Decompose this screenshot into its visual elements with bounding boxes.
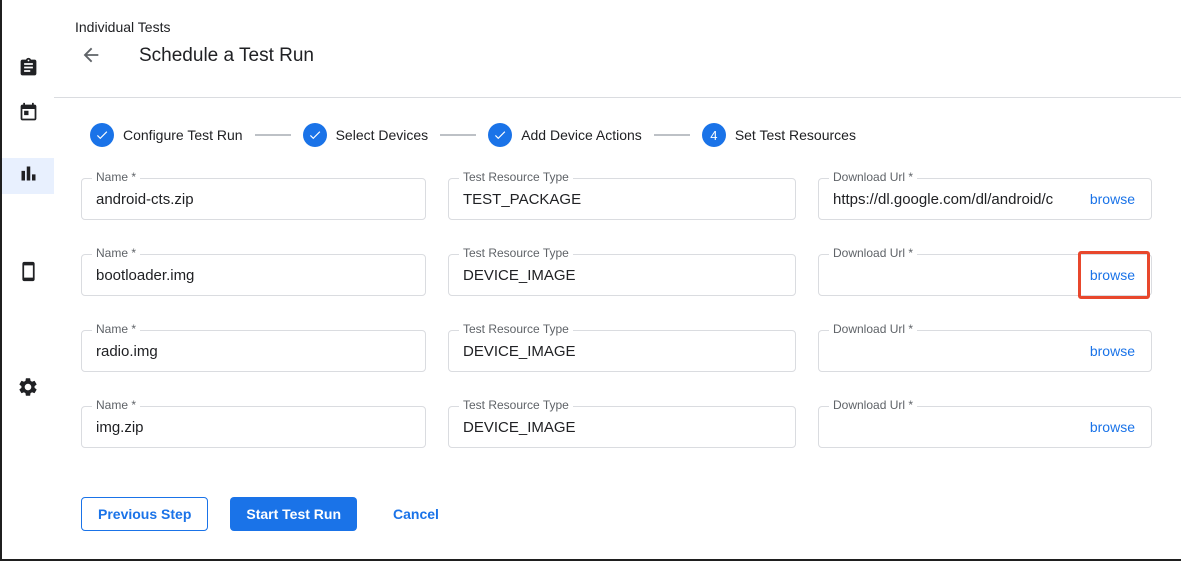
browse-button[interactable]: browse (1086, 191, 1139, 207)
step-add-device-actions[interactable]: Add Device Actions (488, 123, 642, 147)
step-set-test-resources[interactable]: 4 Set Test Resources (702, 123, 856, 147)
sidebar-item-test-plans[interactable] (2, 97, 54, 133)
step-connector (654, 134, 690, 136)
download-url-label: Download Url * (829, 398, 917, 412)
step-complete-check-icon (303, 123, 327, 147)
step-label: Set Test Resources (735, 127, 856, 143)
sidebar-item-tests[interactable] (2, 52, 54, 88)
back-button[interactable] (78, 44, 104, 70)
sidebar-item-devices[interactable] (2, 256, 54, 292)
step-connector (255, 134, 291, 136)
download-url-field[interactable]: Download Url * https://dl.google.com/dl/… (818, 178, 1152, 220)
resource-type-field[interactable]: Test Resource Type DEVICE_IMAGE (448, 406, 796, 448)
name-field-value: img.zip (96, 419, 413, 436)
step-number-badge: 4 (702, 123, 726, 147)
download-url-field[interactable]: Download Url * browse (818, 254, 1152, 296)
resource-type-value: DEVICE_IMAGE (463, 343, 783, 360)
previous-step-button[interactable]: Previous Step (81, 497, 208, 531)
step-select-devices[interactable]: Select Devices (303, 123, 429, 147)
name-field-value: android-cts.zip (96, 191, 413, 208)
resource-type-label: Test Resource Type (459, 170, 573, 184)
name-field-label: Name * (92, 398, 140, 412)
sidebar-item-test-runs[interactable] (2, 158, 54, 194)
page-title: Schedule a Test Run (139, 45, 314, 67)
resource-type-label: Test Resource Type (459, 322, 573, 336)
download-url-label: Download Url * (829, 170, 917, 184)
action-bar: Previous Step Start Test Run Cancel (81, 497, 451, 531)
schedule-test-run-page: Individual Tests Schedule a Test Run Con… (0, 0, 1181, 561)
resource-type-label: Test Resource Type (459, 398, 573, 412)
download-url-field[interactable]: Download Url * browse (818, 406, 1152, 448)
smartphone-icon (18, 261, 39, 287)
browse-button[interactable]: browse (1086, 419, 1139, 435)
name-field[interactable]: Name * img.zip (81, 406, 426, 448)
sidebar-item-settings[interactable] (2, 371, 54, 407)
step-label: Configure Test Run (123, 127, 243, 143)
sidebar (2, 0, 54, 559)
browse-button[interactable]: browse (1086, 267, 1139, 283)
name-field-value: radio.img (96, 343, 413, 360)
name-field[interactable]: Name * bootloader.img (81, 254, 426, 296)
download-url-label: Download Url * (829, 246, 917, 260)
stepper: Configure Test Run Select Devices Add De… (90, 122, 856, 148)
step-label: Select Devices (336, 127, 429, 143)
resource-type-field[interactable]: Test Resource Type TEST_PACKAGE (448, 178, 796, 220)
test-resources-form: Name * android-cts.zip Test Resource Typ… (81, 178, 1152, 448)
step-label: Add Device Actions (521, 127, 642, 143)
resource-type-value: DEVICE_IMAGE (463, 419, 783, 436)
start-test-run-button[interactable]: Start Test Run (230, 497, 357, 531)
name-field[interactable]: Name * radio.img (81, 330, 426, 372)
name-field-label: Name * (92, 322, 140, 336)
step-configure-test-run[interactable]: Configure Test Run (90, 123, 243, 147)
step-connector (440, 134, 476, 136)
download-url-value: https://dl.google.com/dl/android/c (833, 191, 1078, 208)
cancel-button[interactable]: Cancel (381, 497, 451, 531)
breadcrumb: Individual Tests (75, 19, 170, 35)
name-field-label: Name * (92, 246, 140, 260)
resource-type-field[interactable]: Test Resource Type DEVICE_IMAGE (448, 254, 796, 296)
gear-icon (17, 376, 39, 403)
name-field-label: Name * (92, 170, 140, 184)
resource-type-label: Test Resource Type (459, 246, 573, 260)
header-divider (54, 97, 1181, 98)
download-url-label: Download Url * (829, 322, 917, 336)
name-field-value: bootloader.img (96, 267, 413, 284)
arrow-back-icon (80, 44, 102, 71)
resource-type-value: TEST_PACKAGE (463, 191, 783, 208)
bar-chart-icon (18, 163, 39, 189)
name-field[interactable]: Name * android-cts.zip (81, 178, 426, 220)
download-url-field[interactable]: Download Url * browse (818, 330, 1152, 372)
step-complete-check-icon (488, 123, 512, 147)
assignment-icon (18, 57, 39, 83)
browse-button[interactable]: browse (1086, 343, 1139, 359)
resource-type-field[interactable]: Test Resource Type DEVICE_IMAGE (448, 330, 796, 372)
calendar-icon (18, 102, 39, 128)
step-complete-check-icon (90, 123, 114, 147)
resource-type-value: DEVICE_IMAGE (463, 267, 783, 284)
